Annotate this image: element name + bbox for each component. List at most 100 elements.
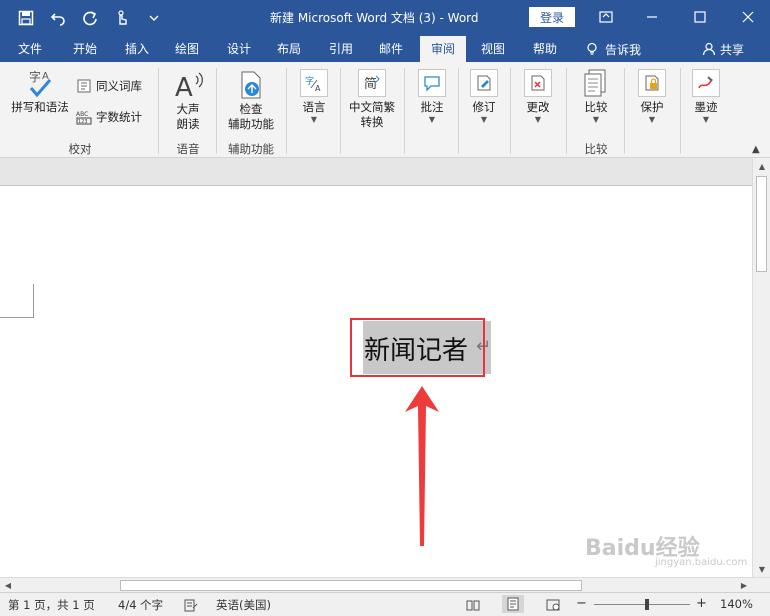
scroll-right-icon[interactable]: ▶ (736, 578, 752, 593)
tab-review[interactable]: 审阅 (420, 36, 466, 62)
window-title: 新建 Microsoft Word 文档 (3) - Word (270, 11, 479, 25)
zoom-in-button[interactable]: + (696, 596, 707, 611)
web-layout-icon[interactable] (546, 598, 560, 612)
person-icon (702, 42, 716, 56)
customize-qat-button[interactable] (142, 6, 166, 30)
group-separator (404, 68, 405, 154)
proofing-group-label: 校对 (68, 142, 92, 156)
tab-mailings[interactable]: 邮件 (368, 36, 414, 62)
tab-design[interactable]: 设计 (216, 36, 262, 62)
chinese-conversion-label-2: 转换 (360, 115, 384, 129)
tab-insert[interactable]: 插入 (114, 36, 160, 62)
track-changes-button[interactable]: 修订 ▼ (464, 68, 504, 125)
check-accessibility-button[interactable]: 检查 辅助功能 (222, 70, 280, 132)
changes-button[interactable]: 更改 ▼ (518, 68, 558, 125)
group-separator (566, 68, 567, 154)
ruler-area (0, 158, 752, 186)
track-changes-icon (470, 69, 498, 97)
ribbon-display-options-button[interactable] (592, 4, 620, 30)
thesaurus-button[interactable]: 同义词库 (76, 78, 142, 94)
maximize-button[interactable] (686, 4, 714, 30)
group-separator (624, 68, 625, 154)
zoom-slider-track[interactable] (594, 604, 690, 605)
tab-references[interactable]: 引用 (318, 36, 364, 62)
redo-icon (83, 11, 97, 26)
proofing-status-icon[interactable] (184, 598, 198, 612)
tab-view[interactable]: 视图 (470, 36, 516, 62)
login-button[interactable]: 登录 (529, 7, 575, 27)
zoom-out-button[interactable]: − (576, 596, 587, 611)
zoom-level[interactable]: 140% (720, 597, 753, 611)
word-count-icon: ABC123 (76, 111, 92, 125)
tell-me-box[interactable]: 告诉我 (585, 36, 641, 62)
ribbon-review: 字A 拼写和语法 同义词库 ABC 123 字数统计 校对 A 大声 朗读 语音 … (0, 62, 770, 158)
svg-text:A: A (315, 84, 321, 93)
accessibility-icon (236, 70, 266, 100)
language-status[interactable]: 英语(美国) (216, 597, 271, 613)
language-button[interactable]: 字A 语言 ▼ (294, 68, 334, 125)
accessibility-group-label: 辅助功能 (228, 142, 274, 156)
protect-label: 保护 (640, 100, 664, 114)
tab-home[interactable]: 开始 (62, 36, 108, 62)
chinese-conversion-label-1: 中文简繁 (349, 100, 395, 114)
zoom-slider-thumb[interactable] (645, 599, 649, 610)
check-accessibility-label-2: 辅助功能 (228, 117, 274, 131)
undo-button[interactable] (46, 6, 70, 30)
minimize-button[interactable] (638, 4, 666, 30)
chinese-conversion-icon: 简 (358, 69, 386, 97)
group-separator (158, 68, 159, 154)
print-layout-view-button[interactable] (502, 595, 524, 613)
baidu-watermark-url: jingyan.baidu.com (655, 557, 748, 568)
tell-me-label: 告诉我 (605, 42, 642, 57)
minimize-icon (647, 16, 657, 18)
page-count[interactable]: 第 1 页，共 1 页 (8, 597, 95, 613)
hand-icon (118, 10, 127, 25)
tab-draw[interactable]: 绘图 (164, 36, 210, 62)
page-margin-corner (0, 317, 33, 318)
horizontal-scroll-thumb[interactable] (120, 580, 582, 591)
chinese-conversion-button[interactable]: 简 中文简繁 转换 (344, 68, 400, 130)
language-label: 语言 (302, 100, 326, 114)
language-caret-icon: ▼ (310, 115, 318, 124)
spelling-grammar-button[interactable]: 字A 拼写和语法 (8, 68, 72, 115)
word-count-status[interactable]: 4/4 个字 (118, 597, 163, 613)
vertical-scroll-thumb[interactable] (756, 176, 767, 272)
compare-label: 比较 (584, 100, 608, 114)
annotation-highlight-box (350, 318, 485, 377)
tab-help[interactable]: 帮助 (522, 36, 568, 62)
vertical-scrollbar[interactable]: ▲ ▼ (752, 158, 770, 577)
group-separator (510, 68, 511, 154)
document-page[interactable] (0, 186, 752, 577)
scroll-up-icon[interactable]: ▲ (753, 158, 770, 174)
word-count-button[interactable]: ABC 123 字数统计 (76, 109, 142, 125)
tab-file[interactable]: 文件 (8, 36, 52, 62)
collapse-ribbon-icon[interactable]: ▲ (752, 144, 760, 155)
save-button[interactable] (14, 6, 38, 30)
touch-mode-button[interactable] (110, 6, 134, 30)
ribbon-tabs: 文件 开始 插入 绘图 设计 布局 引用 邮件 审阅 视图 帮助 告诉我 共享 (0, 36, 770, 62)
comments-button[interactable]: 批注 ▼ (412, 68, 452, 125)
group-separator (458, 68, 459, 154)
scroll-left-icon[interactable]: ◀ (0, 578, 16, 593)
compare-icon (581, 68, 611, 98)
svg-text:ABC: ABC (76, 111, 88, 118)
close-button[interactable] (734, 4, 762, 30)
scroll-down-icon[interactable]: ▼ (753, 561, 770, 577)
tab-layout[interactable]: 布局 (266, 36, 312, 62)
check-accessibility-label-1: 检查 (239, 102, 263, 116)
horizontal-scrollbar[interactable]: ◀ ▶ (0, 577, 770, 592)
share-button[interactable]: 共享 (702, 36, 744, 62)
redo-button[interactable] (78, 6, 102, 30)
read-aloud-label-2: 朗读 (176, 117, 200, 131)
ribbon-display-icon (599, 11, 613, 23)
status-bar: 第 1 页，共 1 页 4/4 个字 英语(美国) − + 140% (0, 592, 770, 616)
read-aloud-button[interactable]: A 大声 朗读 (166, 70, 210, 132)
read-mode-icon[interactable] (466, 598, 480, 612)
comments-label: 批注 (420, 100, 444, 114)
ink-button[interactable]: 墨迹 ▼ (686, 68, 726, 125)
read-aloud-label-1: 大声 (176, 102, 200, 116)
book-icon (77, 79, 91, 93)
ink-label: 墨迹 (694, 100, 718, 114)
compare-button[interactable]: 比较 ▼ (574, 68, 618, 125)
protect-button[interactable]: 保护 ▼ (632, 68, 672, 125)
